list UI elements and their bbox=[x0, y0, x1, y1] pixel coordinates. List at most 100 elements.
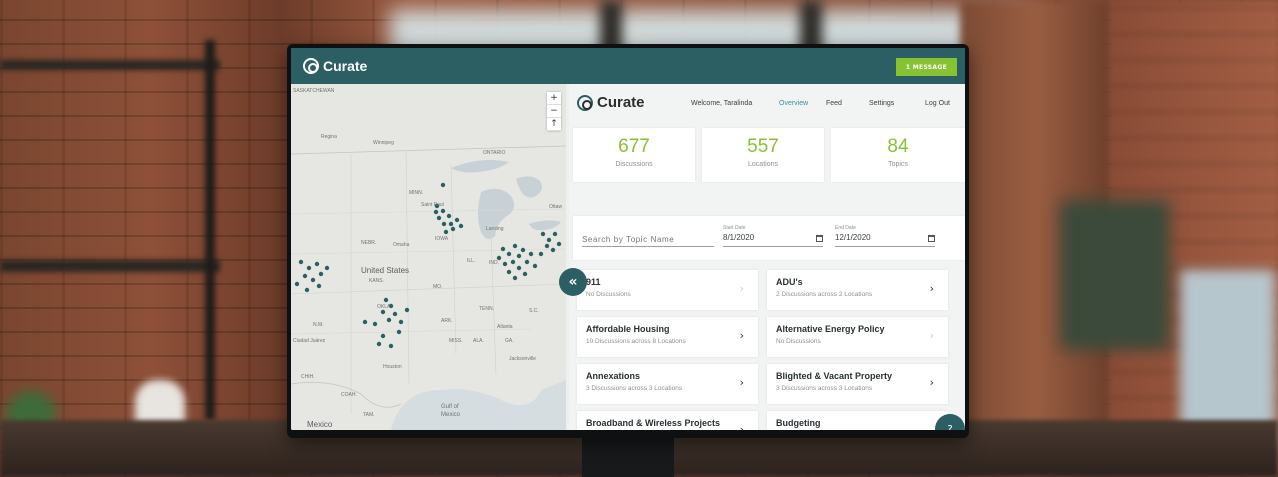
map-label: SASKATCHEWAN bbox=[293, 88, 335, 94]
chevron-right-icon: › bbox=[739, 376, 744, 389]
map-label: Omaha bbox=[393, 242, 410, 248]
topic-card[interactable]: Affordable Housing 10 Discussions across… bbox=[577, 317, 758, 357]
map-label: Jacksonville bbox=[509, 356, 536, 362]
stat-card-discussions: 677 Discussions bbox=[573, 128, 695, 182]
welcome-text: Welcome, Taralinda bbox=[691, 100, 753, 107]
map-label: United States bbox=[361, 266, 410, 275]
curate-logo-icon bbox=[577, 94, 593, 111]
chevron-right-icon: › bbox=[739, 423, 744, 430]
topic-subtitle: No Discussions bbox=[776, 338, 821, 345]
stat-card-topics: 84 Topics bbox=[831, 128, 965, 182]
map-label: GA. bbox=[505, 338, 514, 344]
chevron-right-icon: › bbox=[739, 329, 744, 342]
topic-card[interactable]: Blighted & Vacant Property 3 Discussions… bbox=[767, 364, 948, 404]
topic-card[interactable]: 911 No Discussions › bbox=[577, 270, 758, 310]
topic-title: Blighted & Vacant Property bbox=[776, 371, 893, 381]
map-label: Winnipeg bbox=[373, 140, 394, 146]
end-date-field[interactable]: 12/1/2020 bbox=[835, 233, 935, 247]
zoom-in-button[interactable]: + bbox=[547, 92, 561, 105]
reset-north-button[interactable]: ↑ bbox=[547, 118, 561, 131]
stat-value: 677 bbox=[618, 136, 650, 157]
stat-value: 557 bbox=[747, 136, 779, 157]
map-label: Atlanta bbox=[497, 324, 513, 330]
calendar-icon[interactable] bbox=[928, 235, 935, 242]
zoom-out-button[interactable]: − bbox=[547, 105, 561, 118]
map-label: COAH. bbox=[341, 392, 357, 398]
map-label: ALA. bbox=[473, 338, 484, 344]
topic-title: Annexations bbox=[586, 371, 641, 381]
chevron-right-icon: › bbox=[929, 282, 934, 295]
topic-card[interactable]: Alternative Energy Policy No Discussions… bbox=[767, 317, 948, 357]
app-logo-text: Curate bbox=[323, 58, 368, 74]
collapse-map-button[interactable]: « bbox=[559, 268, 587, 296]
start-date-label: Start Date bbox=[723, 225, 746, 231]
app-logo[interactable]: Curate bbox=[303, 58, 367, 74]
map-label: IND. bbox=[489, 260, 499, 266]
calendar-icon[interactable] bbox=[816, 235, 823, 242]
map-label: OKLA. bbox=[377, 304, 392, 310]
end-date-label: End Date bbox=[835, 225, 856, 231]
background-shelf-post bbox=[205, 40, 215, 420]
topic-subtitle: No Discussions bbox=[586, 291, 631, 298]
map-label: CHIH. bbox=[301, 374, 315, 380]
background-shelf bbox=[0, 260, 220, 272]
nav-settings-link[interactable]: Settings bbox=[869, 100, 894, 107]
topic-card[interactable]: Budgeting bbox=[767, 411, 948, 430]
topic-filter-bar: Start Date 8/1/2020 End Date 12/1/2020 bbox=[573, 216, 965, 260]
map-view[interactable]: SASKATCHEWAN Regina Winnipeg ONTARIO MIN… bbox=[291, 84, 566, 430]
help-icon: ? bbox=[947, 423, 953, 431]
map-label: Houston bbox=[383, 364, 402, 370]
map-label: Mexico bbox=[307, 420, 333, 429]
nav-logo[interactable]: Curate bbox=[577, 94, 645, 111]
map-label: Mexico bbox=[441, 412, 461, 418]
map-label: MINN. bbox=[409, 190, 424, 196]
topic-title: Affordable Housing bbox=[586, 324, 670, 334]
top-bar: Curate 1 MESSAGE bbox=[291, 48, 965, 84]
stat-label: Topics bbox=[888, 161, 908, 168]
chevron-right-icon: › bbox=[929, 376, 934, 389]
map-label: Lansing bbox=[486, 226, 504, 232]
map-label: ILL. bbox=[467, 258, 476, 264]
nav-bar: Curate Welcome, Taralinda Overview Feed … bbox=[569, 84, 965, 124]
app-screen: Curate 1 MESSAGE SASKATCHEWAN Regina Win… bbox=[291, 48, 965, 430]
nav-logout-link[interactable]: Log Out bbox=[925, 100, 950, 107]
topic-title: ADU's bbox=[776, 277, 803, 287]
stat-card-locations: 557 Locations bbox=[702, 128, 824, 182]
monitor-stand bbox=[582, 432, 674, 477]
topic-card[interactable]: Broadband & Wireless Projects › bbox=[577, 411, 758, 430]
end-date-value: 12/1/2020 bbox=[835, 233, 871, 242]
map-label: NEBR. bbox=[361, 240, 377, 246]
stat-value: 84 bbox=[887, 136, 909, 157]
stat-label: Locations bbox=[748, 161, 778, 168]
topic-title: Budgeting bbox=[776, 418, 821, 428]
map-label: Saint Paul bbox=[421, 202, 444, 208]
start-date-value: 8/1/2020 bbox=[723, 233, 755, 242]
nav-logo-text: Curate bbox=[597, 94, 645, 111]
background-shelf bbox=[0, 60, 220, 70]
monitor: Curate 1 MESSAGE SASKATCHEWAN Regina Win… bbox=[287, 44, 969, 438]
map-label: MO. bbox=[433, 284, 443, 290]
topic-subtitle: 3 Discussions across 3 Locations bbox=[586, 385, 683, 392]
map-label: MISS. bbox=[449, 338, 463, 344]
map-zoom-controls: + − ↑ bbox=[547, 92, 561, 131]
map-label: Ottaw bbox=[549, 204, 563, 210]
nav-overview-link[interactable]: Overview bbox=[779, 100, 808, 107]
map-label: KANS. bbox=[369, 278, 385, 284]
map-label: IOWA bbox=[435, 236, 449, 242]
nav-feed-link[interactable]: Feed bbox=[826, 100, 842, 107]
topic-card[interactable]: Annexations 3 Discussions across 3 Locat… bbox=[577, 364, 758, 404]
topic-subtitle: 10 Discussions across 8 Locations bbox=[586, 338, 686, 345]
topics-panel: Curate Welcome, Taralinda Overview Feed … bbox=[569, 84, 965, 430]
map-label: TENN. bbox=[479, 306, 494, 312]
map-label: ARK. bbox=[441, 318, 453, 324]
background-plant bbox=[1060, 200, 1170, 350]
messages-button[interactable]: 1 MESSAGE bbox=[895, 58, 957, 76]
map-label: Regina bbox=[321, 134, 337, 140]
topic-title: 911 bbox=[586, 277, 601, 287]
start-date-field[interactable]: 8/1/2020 bbox=[723, 233, 823, 247]
map-label: S.C. bbox=[529, 308, 539, 314]
topic-search-input[interactable] bbox=[582, 233, 714, 247]
topic-card[interactable]: ADU's 2 Discussions across 2 Locations › bbox=[767, 270, 948, 310]
topic-title: Alternative Energy Policy bbox=[776, 324, 885, 334]
topic-title: Broadband & Wireless Projects bbox=[586, 418, 720, 428]
